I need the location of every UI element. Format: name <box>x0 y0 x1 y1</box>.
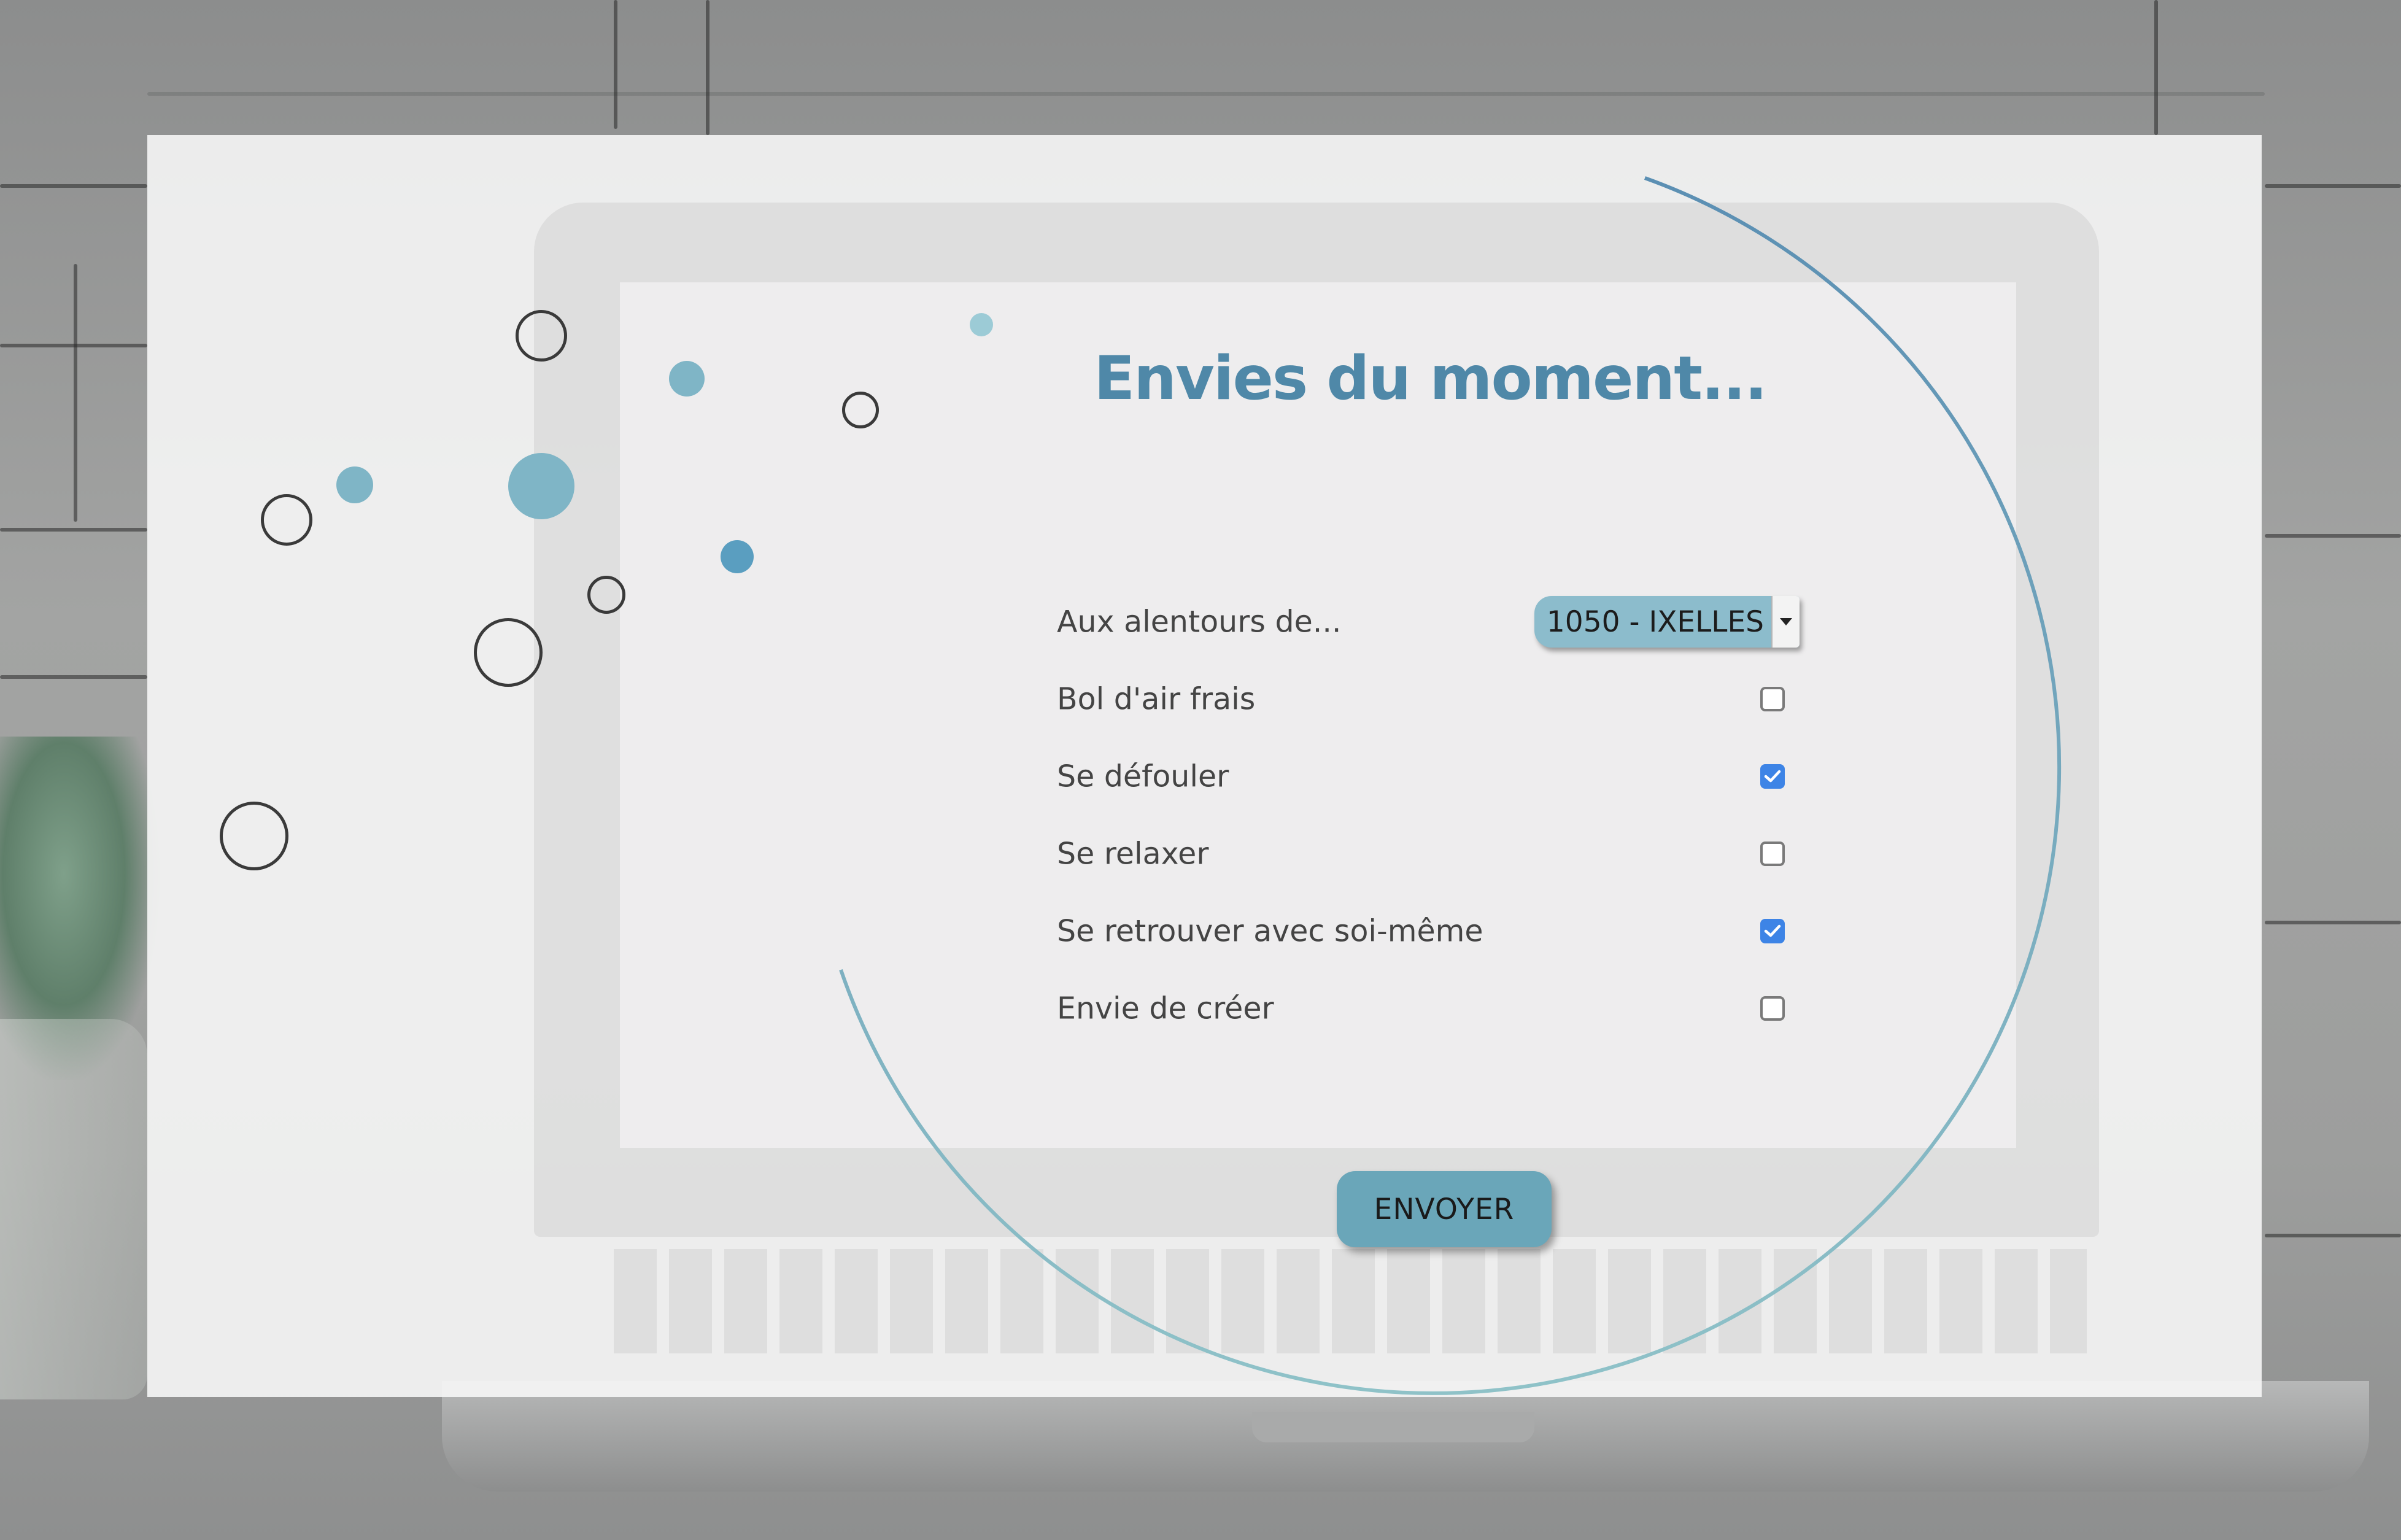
bubble-filled <box>336 466 373 503</box>
brick-mortar-line <box>2265 1234 2401 1237</box>
option-label: Se retrouver avec soi-même <box>1057 913 1483 949</box>
option-label: Envie de créer <box>1057 991 1274 1026</box>
brick-mortar-line <box>614 0 617 129</box>
option-row: Se défouler <box>1057 738 1800 815</box>
bubble-filled <box>721 540 754 573</box>
bubble-outline <box>220 802 288 870</box>
option-checkbox[interactable] <box>1760 764 1785 789</box>
bubble-filled <box>669 361 705 397</box>
preferences-form: Aux alentours de... 1050 - IXELLES Bol d… <box>1057 583 1800 1047</box>
option-row: Se retrouver avec soi-même <box>1057 892 1800 970</box>
vase-photo <box>0 1019 147 1399</box>
check-icon <box>1764 770 1781 783</box>
bubble-outline <box>516 310 567 362</box>
brick-mortar-line <box>2154 0 2158 135</box>
brick-mortar-line <box>147 92 2265 96</box>
brick-mortar-line <box>2265 184 2401 188</box>
brick-mortar-line <box>2265 921 2401 924</box>
brick-mortar-line <box>2265 534 2401 538</box>
option-checkbox[interactable] <box>1760 996 1785 1021</box>
bubble-outline <box>261 494 312 546</box>
caret-down-icon <box>1771 596 1800 648</box>
option-checkbox[interactable] <box>1760 919 1785 943</box>
brick-mortar-line <box>706 0 709 135</box>
brick-mortar-line <box>0 184 147 188</box>
option-row: Se relaxer <box>1057 815 1800 892</box>
location-row: Aux alentours de... 1050 - IXELLES <box>1057 583 1800 660</box>
location-label: Aux alentours de... <box>1057 604 1342 640</box>
option-checkbox[interactable] <box>1760 842 1785 866</box>
option-label: Bol d'air frais <box>1057 681 1256 717</box>
location-select[interactable]: 1050 - IXELLES <box>1534 596 1800 648</box>
form-title: Envies du moment... <box>1094 344 1767 414</box>
submit-button[interactable]: ENVOYER <box>1337 1171 1552 1247</box>
option-label: Se défouler <box>1057 759 1229 794</box>
bubble-filled <box>508 453 574 519</box>
laptop-notch-photo <box>1252 1412 1534 1442</box>
bubble-filled <box>970 313 993 336</box>
bubble-outline <box>587 576 625 614</box>
option-row: Envie de créer <box>1057 970 1800 1047</box>
brick-mortar-line <box>0 528 147 532</box>
option-row: Bol d'air frais <box>1057 660 1800 738</box>
brick-mortar-line <box>0 675 147 679</box>
bubble-outline <box>842 392 879 428</box>
brick-mortar-line <box>74 264 77 522</box>
laptop-keyboard-photo <box>614 1249 2087 1353</box>
option-checkbox[interactable] <box>1760 687 1785 711</box>
check-icon <box>1764 924 1781 937</box>
location-select-value: 1050 - IXELLES <box>1546 605 1764 639</box>
bubble-outline <box>474 618 543 687</box>
option-label: Se relaxer <box>1057 836 1209 872</box>
